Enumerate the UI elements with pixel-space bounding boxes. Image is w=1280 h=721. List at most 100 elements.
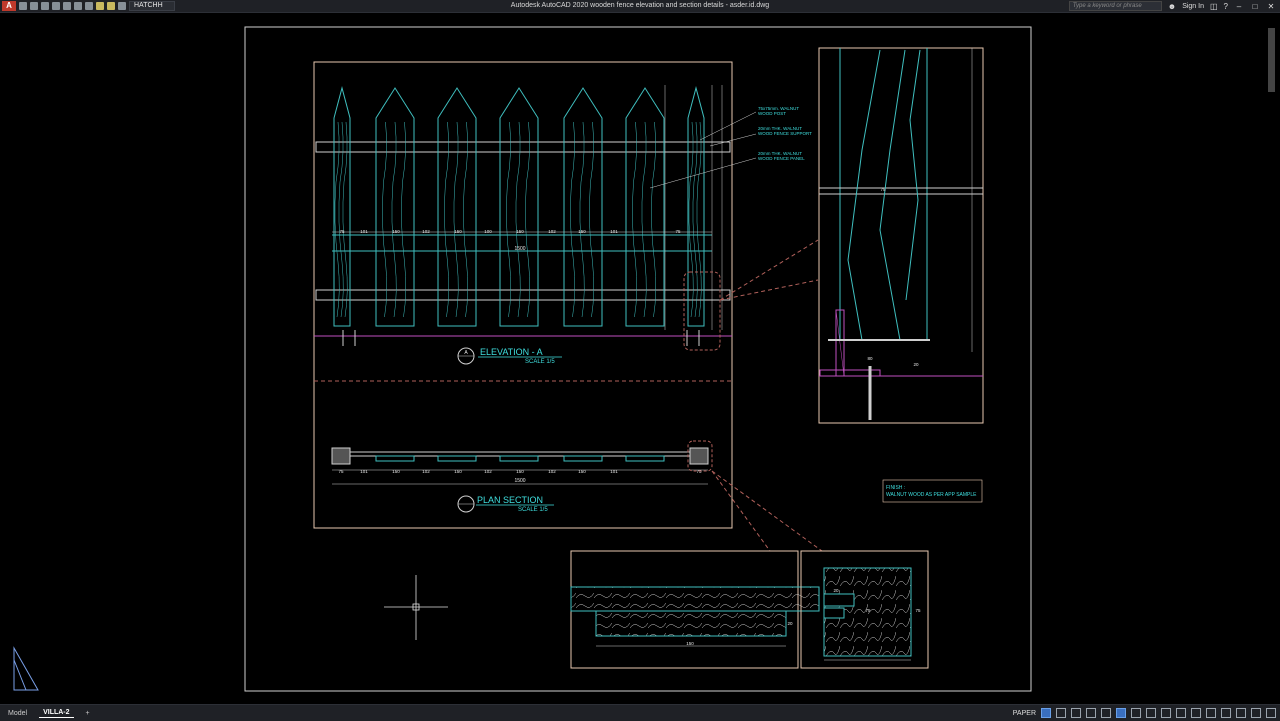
elevation-dim-label: 150 bbox=[392, 229, 400, 234]
annotation-monitor-icon[interactable] bbox=[1206, 708, 1216, 718]
ortho-icon[interactable] bbox=[1071, 708, 1081, 718]
wood-grain bbox=[570, 121, 576, 318]
open-icon[interactable] bbox=[30, 2, 38, 10]
undo-icon[interactable] bbox=[74, 2, 82, 10]
user-icon[interactable]: ☻ bbox=[1168, 2, 1176, 11]
wood-grain bbox=[525, 121, 531, 318]
wood-grain bbox=[444, 121, 450, 318]
polar-icon[interactable] bbox=[1086, 708, 1096, 718]
elevation-dim-label: 101 bbox=[360, 229, 368, 234]
elevation-dim-label: 102 bbox=[422, 229, 430, 234]
fence-rails bbox=[315, 141, 731, 301]
otrack-icon[interactable] bbox=[1116, 708, 1126, 718]
wood-grain bbox=[382, 121, 388, 318]
plan-post-left bbox=[331, 447, 351, 465]
elevation-dim-label: 75 bbox=[675, 229, 681, 234]
plan-rail bbox=[349, 451, 691, 457]
elevation-dim-label: 75 bbox=[339, 229, 345, 234]
minimize-button[interactable]: – bbox=[1234, 2, 1244, 11]
wood-grain bbox=[342, 121, 348, 318]
elevation-dim-label: 102 bbox=[548, 229, 556, 234]
section-dim-label: 80 bbox=[867, 356, 873, 361]
wood-grain bbox=[453, 121, 459, 318]
detail-dim-label: 75 bbox=[915, 608, 921, 613]
plan-dim-label: 101 bbox=[360, 469, 368, 474]
wood-grain bbox=[692, 121, 698, 318]
elevation-total-dim: 1500 bbox=[514, 246, 525, 252]
plot-icon[interactable] bbox=[63, 2, 71, 10]
plan-total-dim: 1500 bbox=[514, 478, 525, 484]
tab-villa-2[interactable]: VILLA-2 bbox=[39, 708, 74, 718]
drawing-viewport[interactable]: 75 101 150 102 150 100 150 102 150 101 75 1500 A E… bbox=[0, 13, 1280, 703]
maximize-button[interactable]: □ bbox=[1250, 2, 1260, 11]
new-icon[interactable] bbox=[19, 2, 27, 10]
sign-in-button[interactable]: Sign In bbox=[1182, 3, 1204, 10]
anchors bbox=[342, 330, 700, 346]
plan-scale: SCALE 1/5 bbox=[518, 507, 548, 513]
cart-icon[interactable]: ◫ bbox=[1210, 2, 1218, 11]
elevation-dim-label: 100 bbox=[484, 229, 492, 234]
transparency-icon[interactable] bbox=[1146, 708, 1156, 718]
elevation-scale: SCALE 1/5 bbox=[525, 359, 555, 365]
wood-grain bbox=[579, 121, 585, 318]
layer-dropdown[interactable]: HATCHH bbox=[129, 1, 175, 11]
isolate-objects-icon[interactable] bbox=[1236, 708, 1246, 718]
plan-dim-label: 150 bbox=[516, 469, 524, 474]
material-notes: 75x75mm. WALNUTWOOD POST20mm THK. WALNUT… bbox=[758, 106, 812, 161]
help-icon[interactable]: ? bbox=[1224, 2, 1228, 11]
title-bar: A HATCHH Autodesk AutoCAD 2020 wooden fe… bbox=[0, 0, 1280, 13]
snap-icon[interactable] bbox=[1056, 708, 1066, 718]
plan-board bbox=[625, 455, 665, 462]
wood-grain bbox=[641, 121, 647, 318]
redo-icon[interactable] bbox=[85, 2, 93, 10]
finish-box bbox=[882, 479, 983, 503]
wood-grain bbox=[515, 121, 521, 318]
customize-menu-icon[interactable] bbox=[1266, 708, 1276, 718]
section-detail-lines bbox=[819, 48, 983, 341]
elevation-title: ELEVATION - A bbox=[480, 347, 543, 357]
units-icon[interactable] bbox=[1221, 708, 1231, 718]
autocad-logo-icon[interactable]: A bbox=[2, 1, 16, 11]
plan-boards bbox=[375, 455, 665, 462]
close-button[interactable]: ✕ bbox=[1266, 2, 1276, 11]
tab-model[interactable]: Model bbox=[4, 709, 31, 718]
rail-detail-rail bbox=[570, 586, 820, 612]
detail-callout-elev bbox=[683, 271, 721, 351]
material-note-line: WOOD POST bbox=[758, 111, 786, 116]
tab-add[interactable]: + bbox=[82, 709, 94, 718]
ucs-icon bbox=[13, 646, 39, 691]
finish-label: FINISH : bbox=[886, 485, 905, 491]
search-input[interactable]: Type a keyword or phrase bbox=[1068, 1, 1162, 11]
lineweight-icon[interactable] bbox=[1131, 708, 1141, 718]
material-note-line: WOOD FENCE PANEL bbox=[758, 156, 805, 161]
plan-board bbox=[437, 455, 477, 462]
plan-title: PLAN SECTION bbox=[477, 495, 543, 505]
material-note-line: WOOD FENCE SUPPORT bbox=[758, 131, 812, 136]
quick-access-toolbar: A HATCHH bbox=[2, 1, 175, 11]
wood-grain bbox=[688, 121, 694, 318]
wood-grain bbox=[338, 121, 344, 318]
workspace-gear-icon[interactable] bbox=[1191, 708, 1201, 718]
plan-dim-label: 102 bbox=[548, 469, 556, 474]
section-dim-label: 20 bbox=[913, 362, 919, 367]
osnap-icon[interactable] bbox=[1101, 708, 1111, 718]
wood-grain bbox=[696, 121, 702, 318]
selection-cycling-icon[interactable] bbox=[1161, 708, 1171, 718]
rail-detail-board bbox=[595, 610, 787, 637]
plan-board bbox=[499, 455, 539, 462]
fullscreen-icon[interactable] bbox=[1251, 708, 1261, 718]
layer-bulb-icon[interactable] bbox=[96, 2, 104, 10]
drawing-canvas[interactable]: 75 101 150 102 150 100 150 102 150 101 75 1500 A E… bbox=[0, 13, 1280, 703]
space-mode[interactable]: PAPER bbox=[1013, 710, 1036, 717]
detail-dim-label: 20 bbox=[787, 621, 793, 626]
save-icon[interactable] bbox=[41, 2, 49, 10]
annotation-scale-icon[interactable] bbox=[1176, 708, 1186, 718]
grid-icon[interactable] bbox=[1041, 708, 1051, 718]
plan-dim-label: 150 bbox=[392, 469, 400, 474]
wood-grain bbox=[463, 121, 469, 318]
layer-lock-icon[interactable] bbox=[118, 2, 126, 10]
layer-sun-icon[interactable] bbox=[107, 2, 115, 10]
detail-dim-label: 150 bbox=[686, 641, 694, 646]
vertical-dims bbox=[664, 85, 723, 330]
save-as-icon[interactable] bbox=[52, 2, 60, 10]
